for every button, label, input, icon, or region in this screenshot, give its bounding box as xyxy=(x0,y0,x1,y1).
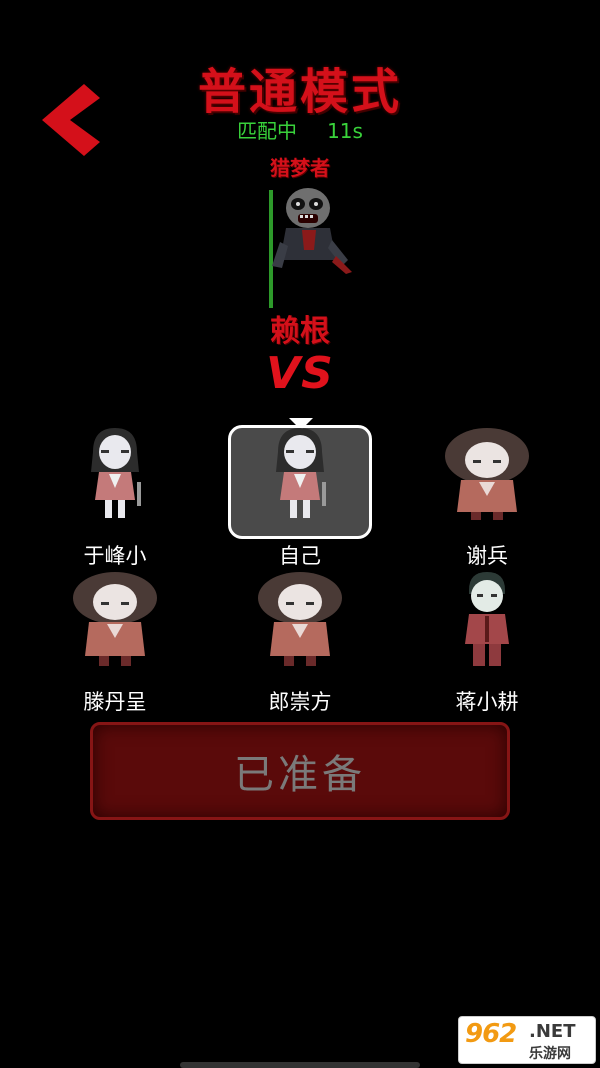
player-slot-5[interactable]: 郎崇方 xyxy=(225,568,375,718)
site-watermark: 962 .NET 乐游网 xyxy=(458,1016,596,1064)
player-name: 蒋小耕 xyxy=(455,690,519,714)
bob-hair-character-icon xyxy=(445,428,529,520)
watermark-site: 乐游网 xyxy=(529,1046,571,1062)
player-name: 于峰小 xyxy=(83,544,147,568)
match-timer: 11s xyxy=(327,119,363,143)
hunter-name: 赖根 xyxy=(270,314,330,349)
match-status-label: 匹配中 xyxy=(237,119,298,143)
home-indicator[interactable] xyxy=(180,1062,420,1068)
versus-label: VS xyxy=(266,348,334,399)
hunter-role-label: 猎梦者 xyxy=(270,156,330,180)
player-slot-4[interactable]: 滕丹呈 xyxy=(40,568,190,718)
player-slot-6[interactable]: 蒋小耕 xyxy=(412,568,562,718)
player-slot-2[interactable]: 自己 xyxy=(225,422,375,572)
bob-hair-character-icon xyxy=(258,572,342,666)
player-name: 滕丹呈 xyxy=(83,690,147,714)
boy-character-icon xyxy=(465,572,509,666)
ready-button[interactable]: 已准备 xyxy=(90,722,510,820)
match-status: 匹配中 11s xyxy=(0,115,600,144)
bob-hair-character-icon xyxy=(73,572,157,666)
player-name: 谢兵 xyxy=(466,544,508,568)
girl-character-icon xyxy=(276,428,326,518)
player-slot-1[interactable]: 于峰小 xyxy=(40,422,190,572)
hunter-avatar xyxy=(272,182,354,274)
player-slot-3[interactable]: 谢兵 xyxy=(412,422,562,572)
player-name: 郎崇方 xyxy=(268,690,332,714)
watermark-suffix: .NET xyxy=(529,1021,576,1042)
page-title: 普通模式 xyxy=(197,64,402,120)
girl-character-icon xyxy=(91,428,141,518)
watermark-logo: 962 xyxy=(465,1019,517,1049)
player-name: 自己 xyxy=(279,544,321,568)
